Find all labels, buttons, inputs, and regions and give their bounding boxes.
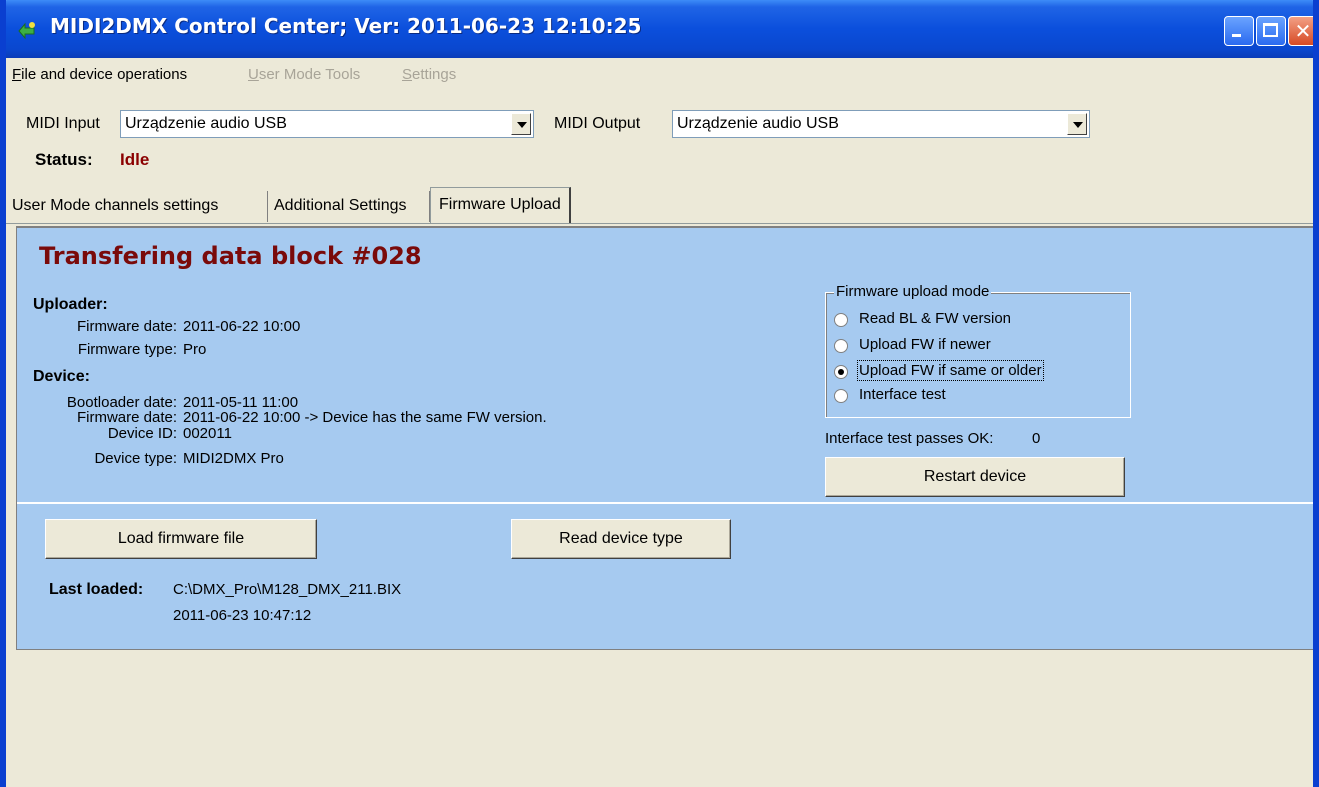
midi-output-select[interactable]: Urządzenie audio USB [672,110,1090,138]
midi-input-value: Urządzenie audio USB [125,115,287,132]
maximize-icon [1263,23,1278,37]
menu-settings-mnemonic: S [402,66,413,83]
last-loaded-timestamp: 2011-06-23 10:47:12 [173,607,312,624]
uploader-fw-date-label: Firmware date: [76,318,177,335]
device-type-label: Device type: [94,450,177,467]
tab-bar: User Mode channels settings Additional S… [6,185,1313,224]
menu-user-mnemonic: U [248,66,259,83]
radio-label: Upload FW if newer [859,336,991,353]
device-id: 002011 [183,425,232,442]
radio-button-icon[interactable] [834,313,848,327]
device-id-label: Device ID: [107,425,177,442]
device-title: Device: [33,368,90,385]
tab-user-mode-channels[interactable]: User Mode channels settings [12,191,268,222]
menu-user-label: ser Mode Tools [258,66,361,83]
last-loaded-path: C:\DMX_Pro\M128_DMX_211.BIX [173,581,402,598]
device-info-section: Transfering data block #028 Uploader: Fi… [17,228,1313,504]
menu-file-mnemonic: F [12,66,22,83]
title-bar[interactable]: MIDI2DMX Control Center; Ver: 2011-06-23… [6,0,1313,58]
transfer-status-heading: Transfering data block #028 [39,242,422,270]
menu-bar: File and device operations User Mode Too… [6,58,1313,90]
minimize-icon [1232,34,1241,37]
app-window: MIDI2DMX Control Center; Ver: 2011-06-23… [0,0,1319,787]
status-label: Status: [35,150,93,169]
uploader-fw-type-label: Firmware type: [77,341,177,358]
interface-test-label: Interface test passes OK: [825,430,994,447]
chevron-down-icon[interactable] [511,113,531,135]
uploader-fw-type: Pro [183,341,207,358]
tab-firmware-upload[interactable]: Firmware Upload [430,187,571,223]
radio-button-selected-icon[interactable] [834,365,848,379]
menu-file-label: ile and device operations [21,66,188,83]
midi-input-select[interactable]: Urządzenie audio USB [120,110,534,138]
close-button[interactable]: ✕ [1288,16,1313,46]
radio-label: Read BL & FW version [859,310,1011,327]
read-device-type-button[interactable]: Read device type [511,519,731,559]
midi-input-label: MIDI Input [26,115,100,132]
firmware-upload-mode-group: Firmware upload mode Read BL & FW versio… [825,283,1131,418]
close-icon: ✕ [1294,19,1312,43]
menu-settings-label: ettings [412,66,457,83]
midi-output-label: MIDI Output [554,115,641,132]
status-value: Idle [120,150,150,169]
device-type: MIDI2DMX Pro [183,450,284,467]
radio-button-icon[interactable] [834,389,848,403]
load-firmware-file-button[interactable]: Load firmware file [45,519,317,559]
uploader-title: Uploader: [33,296,108,313]
radio-button-icon[interactable] [834,339,848,353]
uploader-fw-date: 2011-06-22 10:00 [183,318,301,335]
last-loaded-label: Last loaded: [49,581,144,598]
app-icon [18,22,35,40]
device-fw-date-label: Firmware date: [76,409,177,426]
chevron-down-icon[interactable] [1067,113,1087,135]
device-fw-date: 2011-06-22 10:00 -> Device has the same … [183,409,547,426]
midi-output-value: Urządzenie audio USB [677,115,839,132]
minimize-button[interactable] [1224,16,1254,46]
restart-device-button[interactable]: Restart device [825,457,1125,497]
maximize-button[interactable] [1256,16,1286,46]
upload-mode-title: Firmware upload mode [834,283,992,300]
interface-test-value: 0 [1032,430,1041,447]
window-title: MIDI2DMX Control Center; Ver: 2011-06-23… [50,14,642,38]
menu-file-device-operations[interactable]: File and device operations [12,66,187,83]
menu-user-mode-tools[interactable]: User Mode Tools [248,66,360,83]
tab-additional-settings[interactable]: Additional Settings [274,191,430,222]
menu-settings[interactable]: Settings [402,66,456,83]
radio-label: Interface test [859,386,946,403]
radio-label: Upload FW if same or older [857,360,1044,381]
firmware-upload-panel: Transfering data block #028 Uploader: Fi… [16,226,1313,650]
